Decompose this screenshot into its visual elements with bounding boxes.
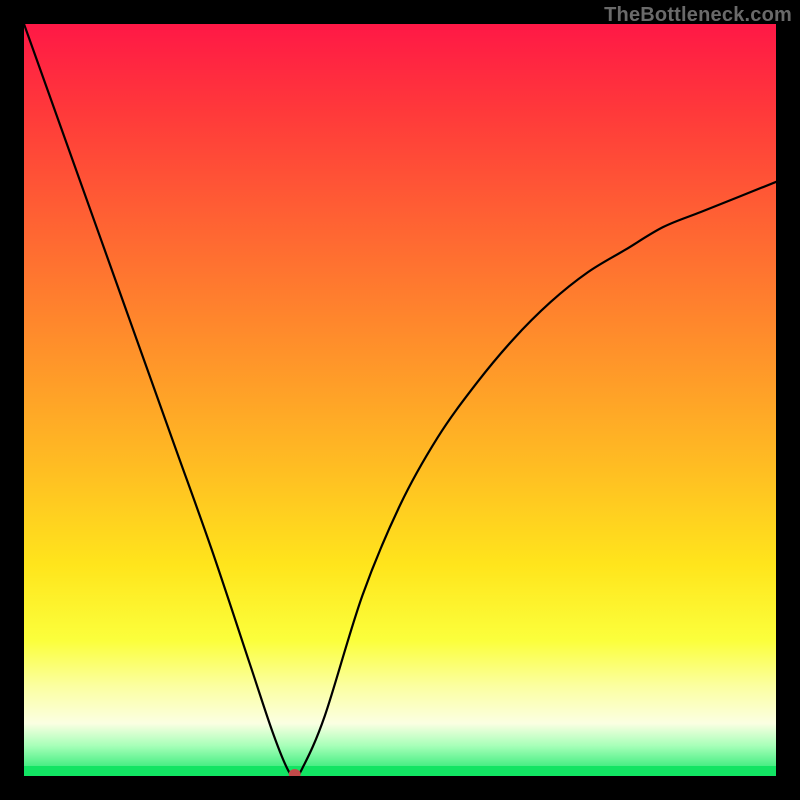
curve-svg: [24, 24, 776, 776]
min-marker: [289, 769, 301, 776]
bottleneck-curve-path: [24, 24, 776, 776]
chart-frame: TheBottleneck.com: [0, 0, 800, 800]
watermark-label: TheBottleneck.com: [604, 4, 792, 27]
plot-area: [24, 24, 776, 776]
